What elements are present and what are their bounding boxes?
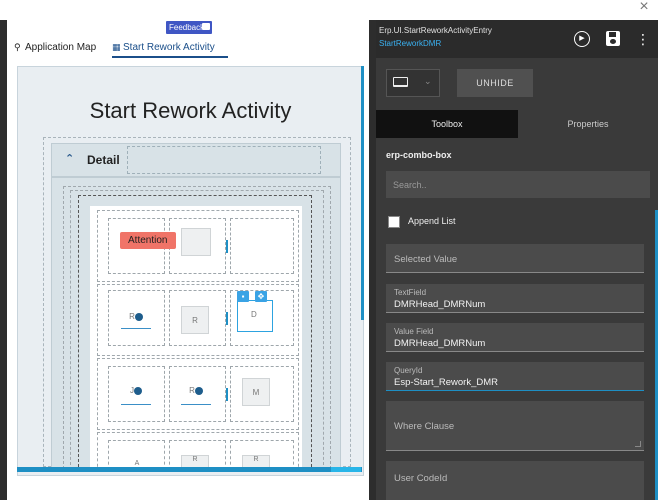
- chevron-down-icon: ⌄: [424, 76, 432, 86]
- combo-control[interactable]: R: [121, 306, 151, 328]
- text-control[interactable]: R: [181, 306, 209, 334]
- move-icon[interactable]: ✥: [255, 291, 267, 302]
- canvas-scroll-thumb[interactable]: [331, 467, 361, 472]
- unhide-button[interactable]: UNHIDE: [457, 69, 533, 97]
- tab-application-map[interactable]: ⚲ Application Map: [14, 39, 104, 58]
- drop-indicator: [226, 240, 228, 253]
- field-value: Esp-Start_Rework_DMR: [394, 377, 498, 388]
- field-label: Where Clause: [394, 421, 455, 432]
- field-value: DMRHead_DMRNum: [394, 299, 486, 310]
- app-root: { "topbar": { "close_glyph": "×" }, "fee…: [0, 0, 658, 500]
- save-icon-slot: [609, 32, 616, 37]
- selected-value-field[interactable]: Selected Value: [386, 244, 644, 273]
- property-search-input[interactable]: [386, 171, 650, 198]
- page-title: Start Rework Activity: [89, 98, 292, 123]
- where-clause-field[interactable]: Where Clause: [386, 401, 644, 451]
- drop-indicator: [226, 312, 228, 325]
- image-control[interactable]: [181, 228, 211, 256]
- combo-control[interactable]: J: [121, 380, 151, 402]
- search-icon: [134, 386, 142, 395]
- laptop-icon: [393, 77, 408, 87]
- grid-cell[interactable]: [230, 218, 294, 274]
- append-list-label: Append List: [408, 216, 456, 226]
- query-id-field[interactable]: QueryId Esp-Start_Rework_DMR: [386, 362, 644, 391]
- tab-label: Application Map: [25, 42, 97, 53]
- chat-icon: [202, 23, 210, 30]
- search-icon: [134, 312, 143, 321]
- panel-divider: [369, 20, 376, 500]
- view-name-link[interactable]: StartReworkDMR: [379, 39, 441, 48]
- text-control[interactable]: M: [242, 378, 270, 406]
- attention-badge[interactable]: Attention: [120, 232, 176, 249]
- input-underline: [121, 328, 151, 329]
- drop-indicator: [226, 388, 228, 401]
- resize-grip-icon[interactable]: [635, 441, 641, 447]
- tab-label: Start Rework Activity: [123, 42, 215, 53]
- component-type-label: erp-combo-box: [386, 150, 452, 160]
- save-icon[interactable]: [606, 31, 620, 46]
- combo-control[interactable]: R: [181, 380, 211, 402]
- chevron-up-icon[interactable]: ⌃: [65, 152, 74, 165]
- search-icon: [194, 386, 203, 395]
- detail-label: Detail: [87, 153, 120, 167]
- user-code-id-field[interactable]: User CodeId: [386, 461, 644, 500]
- table-icon: ▦: [112, 42, 121, 52]
- field-value: DMRHead_DMRNum: [394, 338, 486, 349]
- app-class-title: Erp.UI.StartReworkActivityEntry: [379, 26, 492, 35]
- canvas-scrollbar-horizontal[interactable]: [17, 467, 362, 472]
- play-icon[interactable]: ▶: [574, 31, 590, 47]
- more-vertical-icon[interactable]: ⋮: [636, 31, 650, 47]
- window-top-bar: ×: [0, 0, 658, 20]
- tab-properties[interactable]: Properties: [518, 110, 658, 138]
- save-icon-disk: [610, 39, 616, 44]
- left-edge-strip: [0, 20, 7, 500]
- tab-toolbox[interactable]: Toolbox: [376, 110, 518, 138]
- field-label: Value Field: [394, 327, 434, 336]
- input-underline: [121, 404, 151, 405]
- value-field-field[interactable]: Value Field DMRHead_DMRNum: [386, 323, 644, 352]
- field-label: TextField: [394, 288, 427, 297]
- delete-icon[interactable]: ▪: [237, 291, 249, 302]
- detail-header-slot[interactable]: [127, 146, 321, 174]
- selected-combo-box[interactable]: D: [237, 300, 273, 332]
- append-list-checkbox[interactable]: [388, 216, 400, 228]
- designer-tabs: ⚲ Application Map ▦ Start Rework Activity: [7, 36, 369, 58]
- sitemap-icon: ⚲: [14, 42, 21, 52]
- selected-combo-text: D: [251, 310, 257, 319]
- close-icon[interactable]: ×: [636, 0, 652, 16]
- field-label: Selected Value: [394, 254, 458, 265]
- feedback-button[interactable]: Feedback: [166, 21, 212, 34]
- canvas-scrollbar-vertical[interactable]: [361, 66, 364, 320]
- field-label: QueryId: [394, 366, 423, 375]
- feedback-label: Feedback: [169, 23, 205, 32]
- input-underline: [181, 404, 211, 405]
- tab-start-rework-activity[interactable]: ▦ Start Rework Activity: [112, 39, 228, 58]
- text-field-field[interactable]: TextField DMRHead_DMRNum: [386, 284, 644, 313]
- field-label: User CodeId: [394, 473, 448, 484]
